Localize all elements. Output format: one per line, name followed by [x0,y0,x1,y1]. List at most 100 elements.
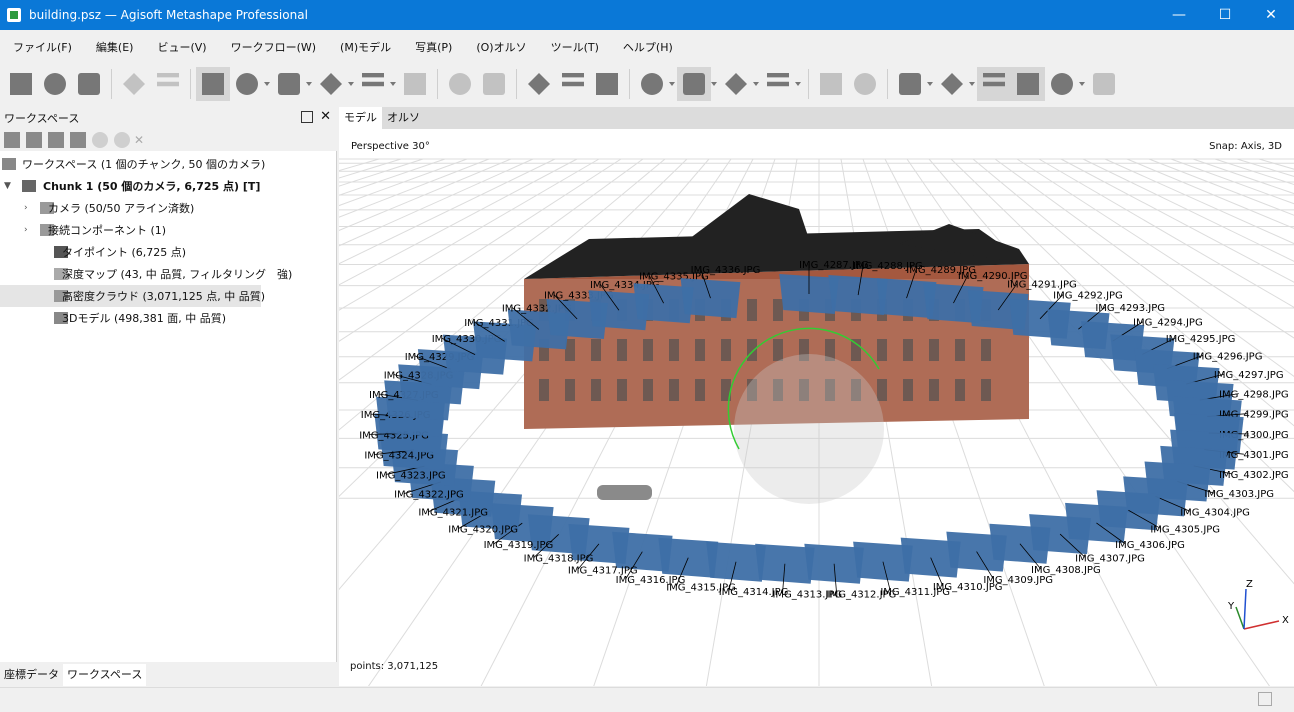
app-icon [7,8,21,22]
tab-model[interactable]: モデル [339,107,382,129]
crop-button[interactable] [477,67,511,101]
camera-button[interactable] [935,67,975,101]
model-viewport[interactable]: IMG_4287.JPG IMG_4288.JPG IMG_4289.JPG IMG_… [339,129,1294,686]
tiled-model-button[interactable] [761,67,801,101]
tree-item[interactable]: タイポイント (6,725 点) [0,241,337,263]
close-button[interactable]: ✕ [1248,0,1294,30]
menu-view[interactable]: ビュー(V) [144,39,217,55]
menu-help[interactable]: ヘルプ(H) [610,39,684,55]
ortho-button[interactable] [848,67,882,101]
markers-button[interactable] [1011,67,1045,101]
redo-button[interactable] [151,67,185,101]
tree-item[interactable]: 深度マップ (43, 中 品質, フィルタリング 強) [0,263,337,285]
camera-label: IMG_4294.JPG [1133,318,1203,329]
ruler-button[interactable] [356,67,396,101]
save-icon [78,73,100,95]
layers-button[interactable] [1087,67,1121,101]
rectangle-selection-icon [236,73,258,95]
add-chunk-icon[interactable] [4,132,20,148]
undock-icon[interactable] [301,111,313,123]
add-photos-icon[interactable] [26,132,42,148]
rectangle-selection-button[interactable] [230,67,270,101]
dropdown-caret-icon[interactable] [390,82,396,86]
menu-model[interactable]: (M)モデル [327,39,402,55]
collapse-icon[interactable]: ▼ [4,181,11,191]
tree-item[interactable]: 高密度クラウド (3,071,125 点, 中 品質) [0,285,265,307]
dropdown-caret-icon[interactable] [306,82,312,86]
zoom-in-button[interactable] [522,67,556,101]
axis-x-label: X [1282,615,1289,626]
camera-label: IMG_4296.JPG [1193,351,1263,362]
close-icon[interactable]: ✕ [320,109,331,124]
images-button[interactable] [1045,67,1085,101]
navigation-button[interactable] [196,67,230,101]
dropdown-caret-icon[interactable] [1079,82,1085,86]
dropdown-caret-icon[interactable] [927,82,933,86]
menu-workflow[interactable]: ワークフロー(W) [218,39,327,55]
delete-selection-button[interactable] [443,67,477,101]
maximize-button[interactable]: ☐ [1202,0,1248,30]
grid-line [339,158,556,265]
scene-canvas[interactable]: IMG_4287.JPGIMG_4288.JPGIMG_4289.JPGIMG_… [339,129,1294,686]
workspace-tree: ワークスペース (1 個のチャンク, 50 個のカメラ) ▼ Chunk 1 (50… [0,153,337,329]
region-button[interactable] [314,67,354,101]
menu-ortho[interactable]: (O)オルソ [463,39,537,55]
open-button[interactable] [38,67,72,101]
title-bar: building.psz — Agisoft Metashape Profess… [0,0,1294,30]
disable-icon[interactable] [114,132,130,148]
tree-item[interactable]: › カメラ (50/50 アライン済数) [0,197,337,219]
dropdown-caret-icon[interactable] [669,82,675,86]
zoom-out-button[interactable] [556,67,590,101]
expand-icon[interactable]: › [24,203,28,213]
tree-item[interactable]: 3Dモデル (498,381 面, 中 品質) [0,307,337,329]
globe-button[interactable] [893,67,933,101]
menu-edit[interactable]: 編集(E) [83,39,145,55]
grid-line [1038,158,1294,308]
toolbar-separator [516,69,517,99]
tab-reference[interactable]: 座標データ [0,664,63,686]
enable-icon[interactable] [92,132,108,148]
open-icon [44,73,66,95]
minimize-button[interactable]: — [1156,0,1202,30]
points-count: points: 3,071,125 [350,661,439,672]
save-button[interactable] [72,67,106,101]
dem-button[interactable] [814,67,848,101]
dense-cloud-button[interactable] [677,67,717,101]
dem-icon [820,73,842,95]
dropdown-caret-icon[interactable] [753,82,759,86]
dropdown-caret-icon[interactable] [264,82,270,86]
points-button[interactable] [635,67,675,101]
menu-photo[interactable]: 写真(P) [402,39,463,55]
dropdown-caret-icon[interactable] [348,82,354,86]
reset-view-button[interactable] [590,67,624,101]
camera-label: IMG_4292.JPG [1053,290,1123,301]
tree-item[interactable]: ▼ Chunk 1 (50 個のカメラ, 6,725 点) [T] [0,175,337,197]
model-shaded-button[interactable] [719,67,759,101]
toolbar-separator [190,69,191,99]
add-marker-icon[interactable] [70,132,86,148]
dropdown-caret-icon[interactable] [795,82,801,86]
markers-icon [1017,73,1039,95]
camera-label: IMG_4303.JPG [1204,489,1274,500]
expand-icon[interactable]: › [24,225,28,235]
add-folder-icon[interactable] [48,132,64,148]
tab-ortho[interactable]: オルソ [382,107,425,129]
draw-button[interactable] [398,67,432,101]
tree-item[interactable]: › 接続コンポーネント (1) [0,219,337,241]
move-object-button[interactable] [272,67,312,101]
tab-workspace[interactable]: ワークスペース [63,663,147,686]
menu-tools[interactable]: ツール(T) [538,39,610,55]
dropdown-caret-icon[interactable] [969,82,975,86]
remove-icon[interactable]: ✕ [134,133,144,147]
tree-item[interactable]: ワークスペース (1 個のチャンク, 50 個のカメラ) [0,153,337,175]
dropdown-caret-icon[interactable] [711,82,717,86]
tree-item-label: 深度マップ (43, 中 品質, フィルタリング 強) [62,268,293,281]
toolbar-separator [808,69,809,99]
menu-file[interactable]: ファイル(F) [0,39,83,55]
undo-button[interactable] [117,67,151,101]
camera-label: IMG_4323.JPG [376,470,446,481]
move-object-icon [278,73,300,95]
show-cameras-button[interactable] [977,67,1011,101]
new-button[interactable] [4,67,38,101]
camera-label: IMG_4318.JPG [524,554,594,565]
